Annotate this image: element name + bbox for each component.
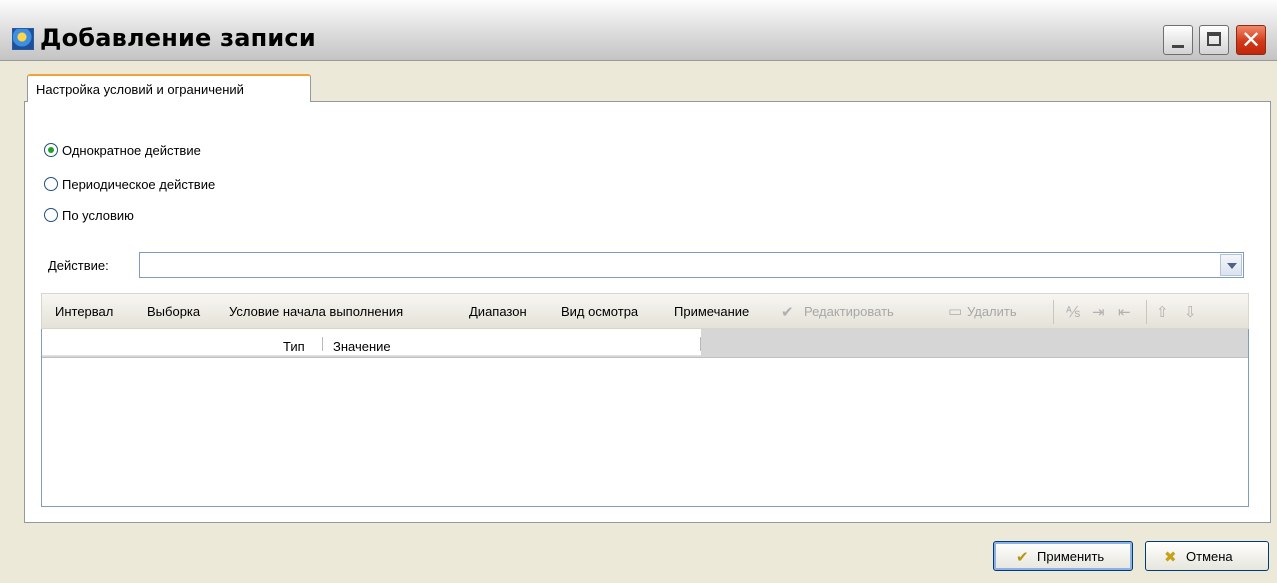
cancel-button[interactable]: ✖ Отмена	[1145, 541, 1269, 571]
title-bar[interactable]: Добавление записи ✕	[0, 0, 1277, 61]
action-dropdown-button[interactable]	[1220, 254, 1242, 276]
toolbar-range-button[interactable]: Диапазон	[469, 304, 527, 319]
arrow-up-icon[interactable]: ⇧	[1156, 303, 1169, 321]
column-header-type[interactable]: Тип	[283, 339, 305, 354]
radio-once-label: Однократное действие	[62, 142, 201, 158]
grid-toolbar: Интервал Выборка Условие начала выполнен…	[41, 293, 1249, 329]
radio-periodic-label: Периодическое действие	[62, 176, 216, 192]
window-title: Добавление записи	[40, 24, 316, 52]
cancel-icon: ✖	[1164, 548, 1177, 566]
action-label: Действие:	[48, 258, 109, 273]
grid-header: Тип Значение	[42, 329, 1248, 358]
insert-row-icon[interactable]: ⇥	[1092, 303, 1105, 321]
column-separator[interactable]	[700, 337, 701, 351]
radio-condition[interactable]: По условию	[44, 206, 134, 224]
action-select[interactable]	[139, 252, 1244, 278]
radio-periodic[interactable]: Периодическое действие	[44, 175, 215, 193]
maximize-icon	[1207, 32, 1221, 46]
radio-condition-label: По условию	[62, 207, 134, 223]
minimize-icon	[1172, 45, 1184, 48]
close-icon: ✕	[1240, 26, 1262, 54]
toolbar-note-button[interactable]: Примечание	[674, 304, 749, 319]
apply-button-label: Применить	[1037, 549, 1105, 564]
radio-once-control[interactable]	[44, 143, 58, 157]
maximize-button[interactable]	[1199, 25, 1229, 55]
toolbar-start-condition-button[interactable]: Условие начала выполнения	[229, 304, 403, 319]
minus-icon: ▭	[948, 302, 963, 320]
checkmark-icon: ✔	[781, 303, 794, 321]
add-child-icon[interactable]: ⅍	[1066, 303, 1080, 321]
toolbar-edit-button[interactable]: Редактировать	[804, 304, 894, 319]
radio-condition-control[interactable]	[44, 208, 58, 222]
chevron-down-icon	[1227, 263, 1237, 269]
column-header-value[interactable]: Значение	[333, 339, 391, 354]
toolbar-interval-button[interactable]: Интервал	[55, 304, 113, 319]
radio-once[interactable]: Однократное действие	[44, 141, 201, 159]
tab-conditions[interactable]: Настройка условий и ограничений	[27, 74, 311, 102]
minimize-button[interactable]	[1163, 25, 1193, 55]
arrow-down-icon[interactable]: ⇩	[1184, 303, 1197, 321]
toolbar-delete-button[interactable]: Удалить	[967, 304, 1017, 319]
dialog-window: Добавление записи ✕ Настройка условий и …	[0, 0, 1277, 583]
close-button[interactable]: ✕	[1236, 25, 1266, 55]
checkmark-icon: ✔	[1016, 548, 1029, 566]
tab-label: Настройка условий и ограничений	[36, 82, 244, 97]
move-row-icon[interactable]: ⇤	[1118, 303, 1131, 321]
app-icon	[12, 28, 34, 50]
toolbar-inspection-type-button[interactable]: Вид осмотра	[561, 304, 638, 319]
cancel-button-label: Отмена	[1186, 549, 1233, 564]
toolbar-selection-button[interactable]: Выборка	[147, 304, 200, 319]
radio-periodic-control[interactable]	[44, 177, 58, 191]
toolbar-separator	[1146, 300, 1147, 324]
conditions-grid[interactable]: Тип Значение	[41, 329, 1249, 507]
column-separator[interactable]	[322, 337, 323, 351]
apply-button[interactable]: ✔ Применить	[993, 541, 1133, 571]
toolbar-separator	[1053, 300, 1054, 324]
